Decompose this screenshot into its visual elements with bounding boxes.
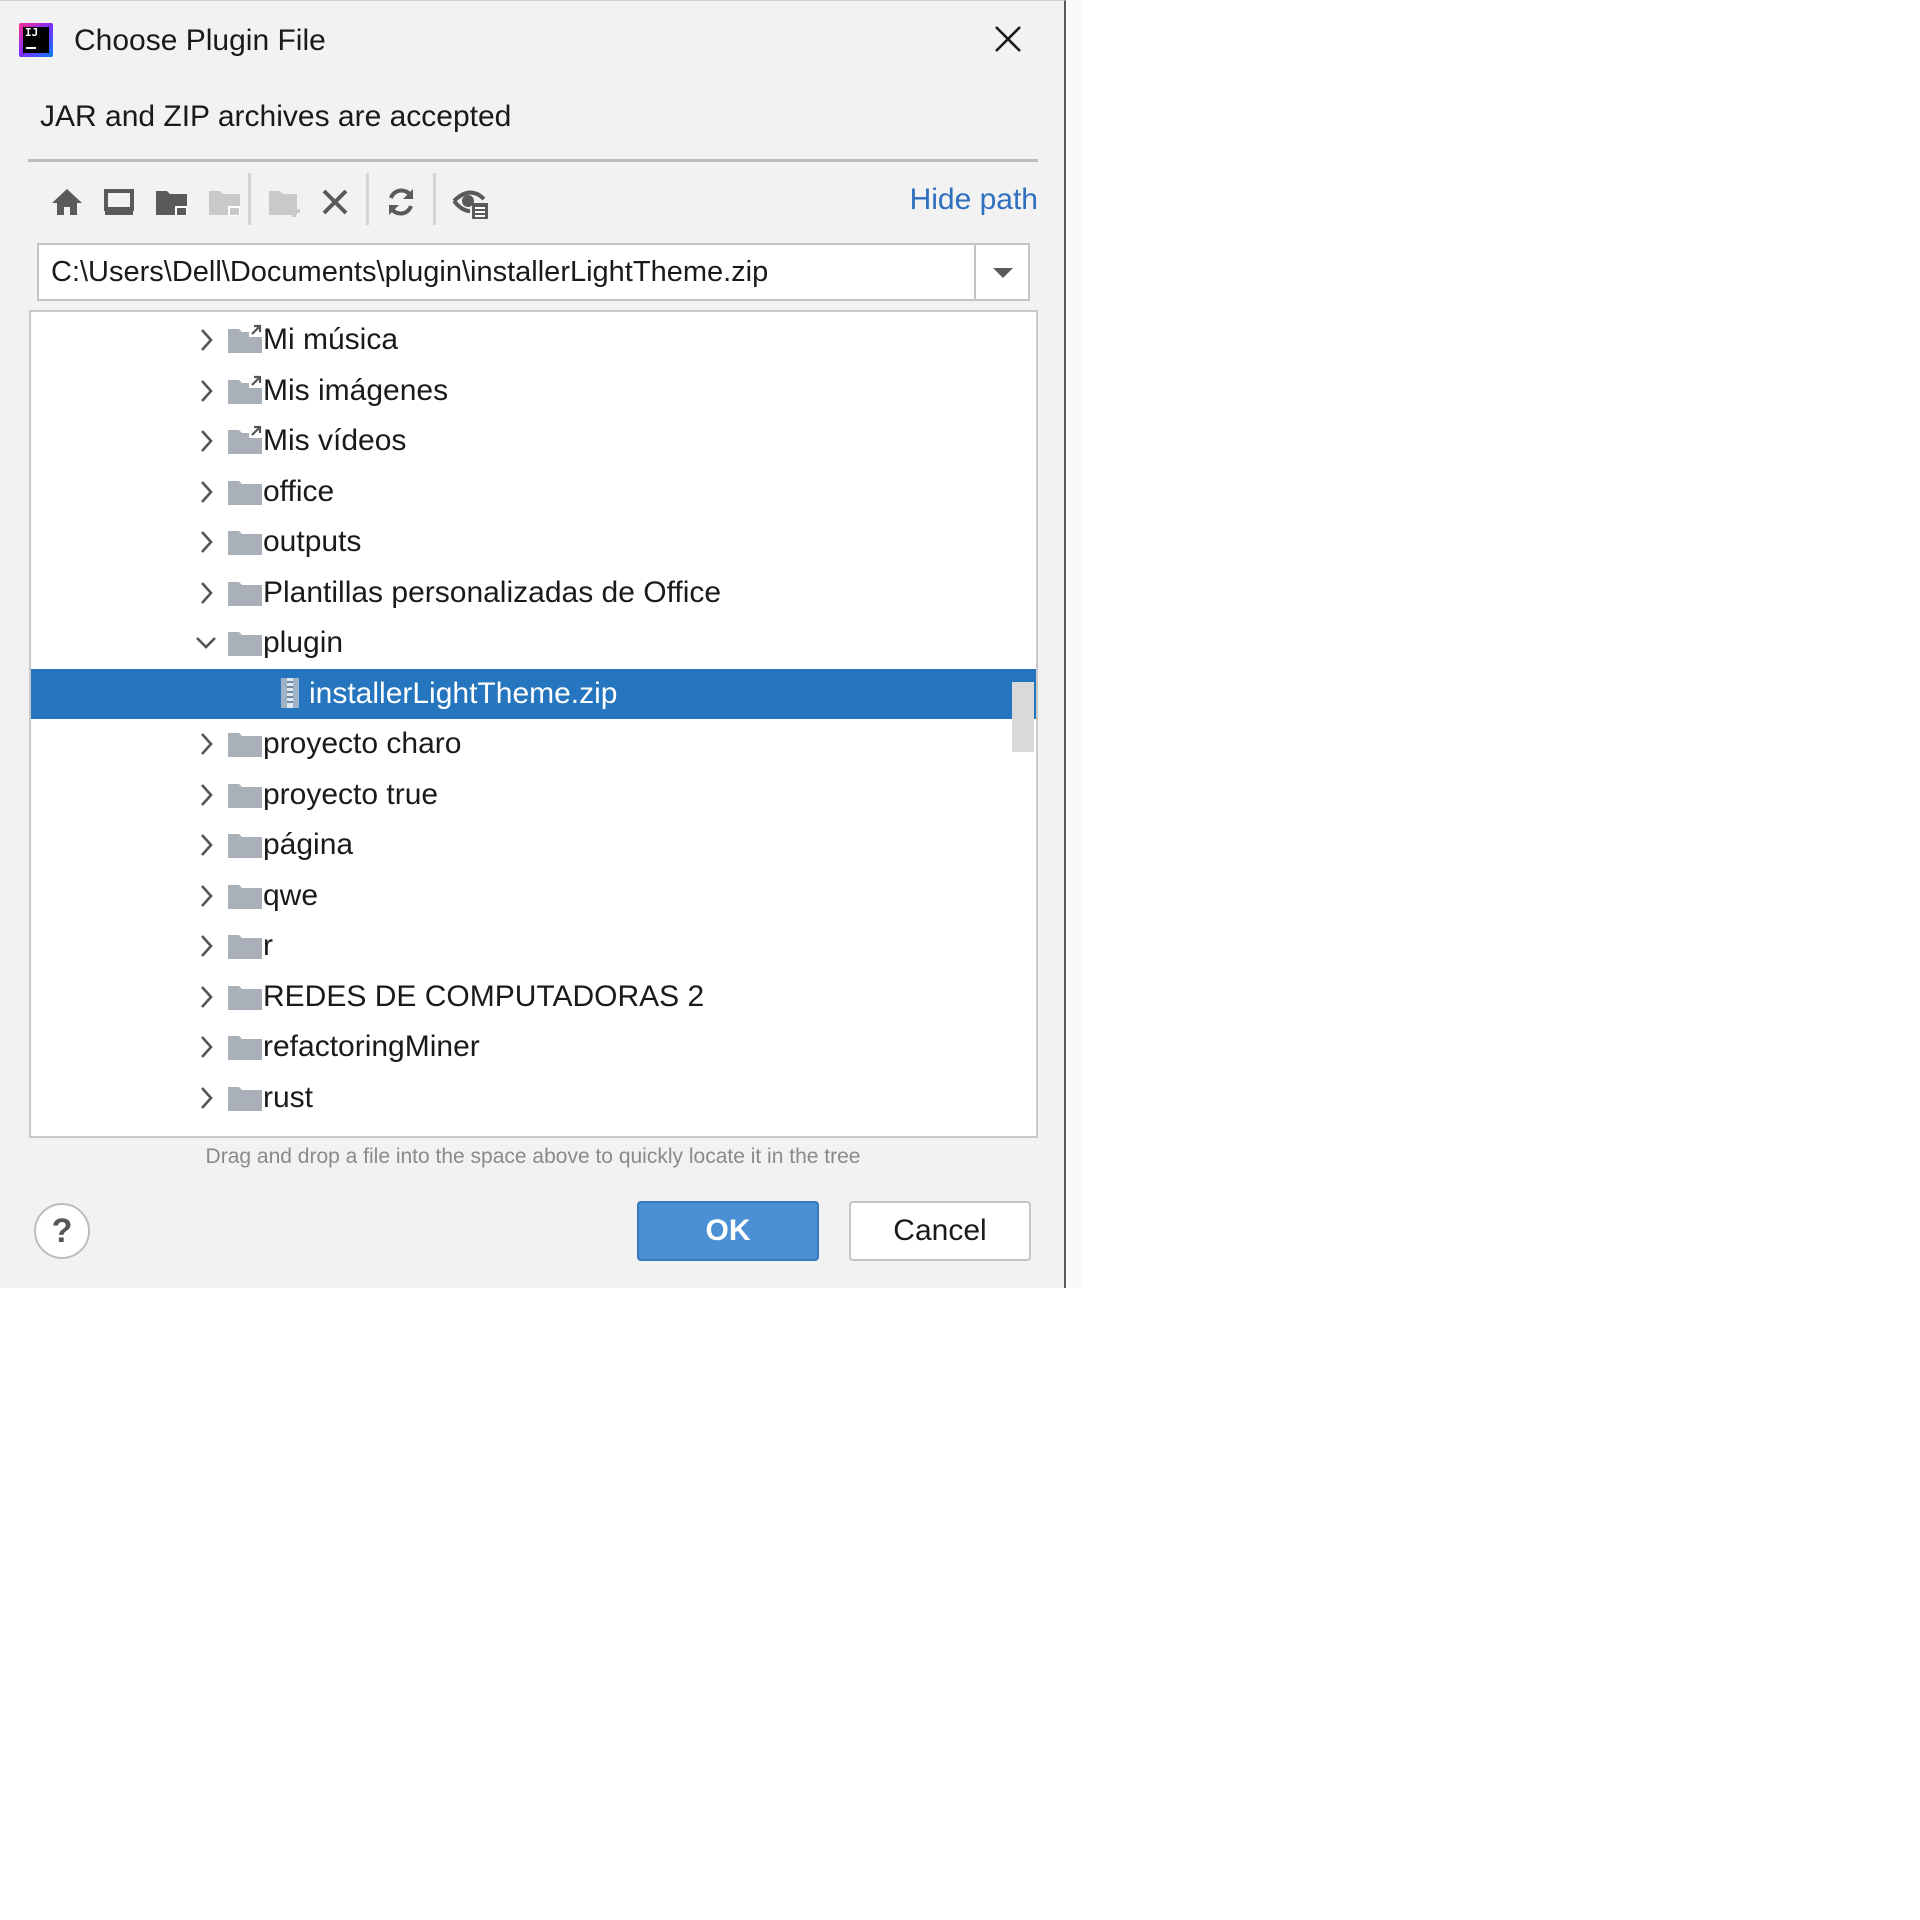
folder-icon bbox=[227, 929, 263, 961]
tree-item-label: rust bbox=[263, 1080, 314, 1114]
folder-icon bbox=[227, 727, 263, 759]
tree-folder-row[interactable]: página bbox=[31, 820, 1036, 870]
chevron-right-icon[interactable] bbox=[191, 527, 221, 557]
folder-link-icon bbox=[227, 374, 263, 406]
tree-item-label: plugin bbox=[263, 626, 344, 659]
chevron-right-icon[interactable] bbox=[191, 780, 221, 810]
tree-item-label: r bbox=[263, 929, 273, 962]
tree-folder-row[interactable]: Plantillas personalizadas de Office bbox=[31, 568, 1036, 618]
module-folder-icon[interactable] bbox=[204, 181, 246, 223]
folder-icon bbox=[227, 778, 263, 810]
folder-icon bbox=[227, 980, 263, 1012]
desktop-icon[interactable] bbox=[98, 181, 140, 223]
folder-icon bbox=[227, 626, 263, 658]
tree-item-label: office bbox=[263, 474, 335, 508]
new-folder-icon[interactable] bbox=[264, 181, 306, 223]
refresh-icon[interactable] bbox=[380, 181, 422, 223]
tree-item-label: página bbox=[263, 828, 354, 861]
chevron-right-icon[interactable] bbox=[191, 376, 221, 406]
tree-item-label: outputs bbox=[263, 525, 362, 558]
tree-item-label: qwe bbox=[263, 878, 319, 912]
tree-folder-row[interactable]: r bbox=[31, 921, 1036, 971]
folder-icon bbox=[227, 828, 263, 860]
delete-icon[interactable] bbox=[314, 181, 356, 223]
chevron-right-icon[interactable] bbox=[191, 729, 221, 759]
title-bar: IJ Choose Plugin File bbox=[0, 1, 1064, 81]
app-icon-text: IJ bbox=[25, 26, 39, 39]
close-icon[interactable] bbox=[988, 19, 1028, 59]
chevron-right-icon[interactable] bbox=[191, 1032, 221, 1062]
tree-folder-row[interactable]: proyecto charo bbox=[31, 719, 1036, 769]
dialog-title: Choose Plugin File bbox=[74, 24, 326, 57]
chevron-down-icon[interactable] bbox=[974, 245, 1028, 299]
folder-link-icon bbox=[227, 323, 263, 355]
chevron-right-icon[interactable] bbox=[191, 982, 221, 1012]
tree-file-row[interactable]: installerLightTheme.zip bbox=[31, 668, 1036, 719]
toolbar-divider bbox=[366, 173, 369, 225]
tree-item-label: proyecto true bbox=[263, 777, 439, 811]
chevron-right-icon[interactable] bbox=[191, 477, 221, 507]
tree-folder-row[interactable]: office bbox=[31, 467, 1036, 517]
divider bbox=[28, 159, 1038, 162]
cancel-button[interactable]: Cancel bbox=[849, 1201, 1031, 1261]
path-combobox bbox=[37, 243, 1030, 301]
tree-folder-row[interactable]: qwe bbox=[31, 871, 1036, 921]
folder-icon bbox=[227, 525, 263, 557]
description-text: JAR and ZIP archives are accepted bbox=[40, 100, 512, 133]
toolbar: Hide path bbox=[28, 173, 1038, 227]
choose-plugin-file-dialog: IJ Choose Plugin File JAR and ZIP archiv… bbox=[0, 0, 1066, 1288]
tree-item-label: Plantillas personalizadas de Office bbox=[263, 575, 722, 609]
help-button[interactable]: ? bbox=[34, 1203, 90, 1259]
hide-path-link[interactable]: Hide path bbox=[910, 183, 1038, 217]
folder-link-icon bbox=[227, 424, 263, 456]
file-tree[interactable]: rust refactoringMiner REDES DE COMPUTADORA… bbox=[29, 310, 1038, 1138]
drag-drop-hint: Drag and drop a file into the space abov… bbox=[205, 1145, 861, 1168]
folder-icon bbox=[227, 1030, 263, 1062]
tree-item-label: installerLightTheme.zip bbox=[309, 676, 618, 710]
project-folder-icon[interactable] bbox=[151, 181, 193, 223]
chevron-down-icon[interactable] bbox=[191, 628, 221, 658]
tree-scrollbar-thumb[interactable] bbox=[1012, 682, 1034, 752]
chevron-right-icon[interactable] bbox=[191, 830, 221, 860]
intellij-app-icon: IJ bbox=[19, 23, 53, 57]
tree-item-label: Mis vídeos bbox=[263, 424, 407, 457]
tree-folder-row[interactable]: plugin bbox=[31, 618, 1036, 668]
chevron-right-icon[interactable] bbox=[191, 931, 221, 961]
folder-icon bbox=[227, 475, 263, 507]
tree-item-label: Mi música bbox=[263, 323, 399, 356]
tree-folder-row[interactable]: Mis vídeos bbox=[31, 416, 1036, 466]
tree-item-label: refactoringMiner bbox=[263, 1030, 480, 1063]
chevron-right-icon[interactable] bbox=[191, 426, 221, 456]
chevron-right-icon[interactable] bbox=[191, 1083, 221, 1113]
chevron-right-icon[interactable] bbox=[191, 578, 221, 608]
tree-folder-row[interactable]: REDES DE COMPUTADORAS 2 bbox=[31, 972, 1036, 1022]
folder-icon bbox=[227, 576, 263, 608]
toolbar-divider bbox=[433, 173, 436, 225]
tree-folder-row[interactable]: Mi música bbox=[31, 315, 1036, 365]
background-window-edge bbox=[1068, 0, 1082, 1288]
tree-item-label: REDES DE COMPUTADORAS 2 bbox=[263, 979, 705, 1013]
path-input[interactable] bbox=[39, 245, 973, 299]
toolbar-divider bbox=[248, 173, 251, 225]
folder-icon bbox=[227, 879, 263, 911]
tree-folder-row[interactable]: proyecto true bbox=[31, 770, 1036, 820]
zip-file-icon bbox=[273, 677, 309, 709]
tree-folder-row[interactable]: refactoringMiner bbox=[31, 1022, 1036, 1072]
folder-icon bbox=[227, 1081, 263, 1113]
ok-button[interactable]: OK bbox=[637, 1201, 819, 1261]
show-hidden-icon[interactable] bbox=[450, 181, 492, 223]
chevron-right-icon[interactable] bbox=[191, 881, 221, 911]
tree-folder-row[interactable]: outputs bbox=[31, 517, 1036, 567]
chevron-right-icon[interactable] bbox=[191, 325, 221, 355]
home-icon[interactable] bbox=[46, 181, 88, 223]
tree-item-label: Mis imágenes bbox=[263, 373, 449, 407]
tree-folder-row[interactable]: rust bbox=[31, 1073, 1036, 1123]
tree-folder-row[interactable]: Mis imágenes bbox=[31, 366, 1036, 416]
tree-item-label: proyecto charo bbox=[263, 727, 462, 760]
